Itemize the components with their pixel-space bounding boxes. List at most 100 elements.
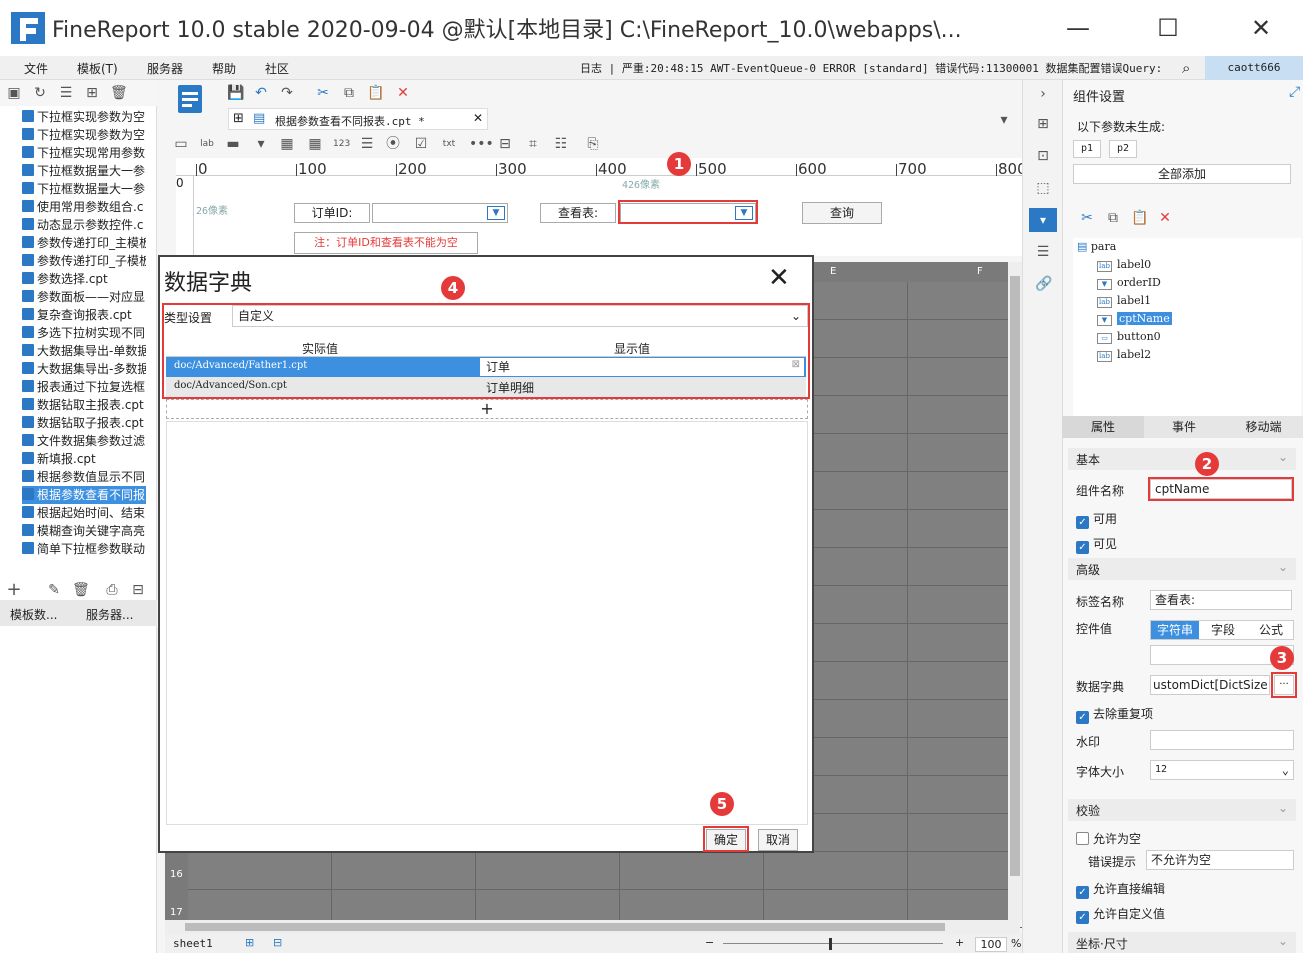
tab-mobile[interactable]: 移动端 [1224,416,1303,438]
template-item[interactable]: 根据参数查看不同报 [22,486,146,504]
cut-icon[interactable]: ✂ [315,85,331,101]
template-item[interactable]: 根据起始时间、结束 [22,504,146,522]
tag-name-input[interactable]: 查看表: [1150,590,1292,610]
tree-root[interactable]: ▤ para [1077,240,1116,253]
paste-icon[interactable]: 📋 [367,85,384,101]
tree-item[interactable]: ▼ orderID [1097,276,1161,290]
checkbox-widget-icon[interactable]: ☑ [413,136,429,152]
combo-dropdown-icon[interactable]: ▼ [487,206,505,220]
chevron-down-icon[interactable]: ⌄ [1278,801,1288,815]
locate-icon[interactable]: ⊞ [84,85,100,101]
template-item[interactable]: 模糊查询关键字高亮 [22,522,146,540]
trash-icon[interactable]: 🗑 [72,582,90,598]
template-item[interactable]: 大数据集导出-单数据 [22,342,146,360]
tab-server[interactable]: 服务器... [86,606,133,623]
template-item[interactable]: 多选下拉树实现不同 [22,324,146,342]
tree-widget-icon[interactable]: ⌗ [525,136,541,152]
template-item[interactable]: 参数选择.cpt [22,270,146,288]
template-item[interactable]: 数据钻取主报表.cpt [22,396,146,414]
section-validate[interactable]: 校验 ⌄ [1068,799,1296,821]
layout-icon[interactable]: ⊞ [1035,116,1051,132]
close-button[interactable]: ✕ [1243,10,1279,46]
value-tab-string[interactable]: 字符串 [1151,621,1199,639]
calendar-widget-icon[interactable]: ▦ [307,136,323,152]
template-item[interactable]: 使用常用参数组合.c [22,198,146,216]
search-icon[interactable]: ⌕ [1182,59,1190,77]
grid-cell[interactable] [476,852,620,890]
list-icon[interactable]: ☰ [58,85,74,101]
tree-item[interactable]: lab label2 [1097,348,1151,362]
template-item[interactable]: 下拉框实现参数为空 [22,126,146,144]
horizontal-scrollbar[interactable] [165,920,1020,934]
param-p2-button[interactable]: p2 [1109,140,1137,158]
grid-cell[interactable] [188,852,332,890]
template-item[interactable]: 动态显示参数控件.c [22,216,146,234]
more-widgets-icon[interactable]: ⎘ [585,136,601,152]
section-basic[interactable]: 基本 ⌄ [1068,448,1296,470]
tab-templates[interactable]: 模板数... [10,606,57,623]
list-widget-icon[interactable]: ☷ [553,136,569,152]
copy-icon[interactable]: ⧉ [341,85,357,101]
template-item[interactable]: 大数据集导出-多数据 [22,360,146,378]
vertical-scroll-thumb[interactable] [1010,276,1020,876]
template-item[interactable]: 下拉框数据量大一参 [22,162,146,180]
param-p1-button[interactable]: p1 [1073,140,1101,158]
template-item[interactable]: 下拉框数据量大一参 [22,180,146,198]
tab-events[interactable]: 事件 [1144,416,1224,438]
template-item[interactable]: 数据钻取子报表.cpt [22,414,146,432]
cancel-button[interactable]: 取消 [758,829,798,851]
enabled-checkbox[interactable]: ✓ 可用 [1076,510,1117,529]
user-account[interactable]: caott666 [1205,56,1303,80]
condition-icon[interactable]: ☰ [1035,244,1051,260]
tab-close-icon[interactable]: ✕ [473,111,483,125]
checkbox-checked-icon[interactable]: ✓ [1076,711,1089,724]
zoom-thumb[interactable] [829,938,832,950]
zoom-value[interactable]: 100 [975,937,1007,952]
horizontal-scroll-thumb[interactable] [185,923,945,931]
menu-help[interactable]: 帮助 [212,60,236,77]
maximize-button[interactable]: ☐ [1150,10,1186,46]
cut-icon[interactable]: ✂ [1079,210,1095,226]
delete-x-icon[interactable]: ✕ [1157,210,1173,226]
order-id-combo[interactable]: ▼ [372,203,508,223]
tree-item[interactable]: ▭ button0 [1097,330,1161,344]
chevron-down-icon[interactable]: ⌄ [1278,934,1288,948]
grid-cell[interactable] [620,852,764,890]
query-button[interactable]: 查询 [802,202,882,224]
chevron-down-icon[interactable]: ⌄ [1278,450,1288,464]
add-sheet-icon[interactable]: ⊞ [245,936,254,949]
text-widget-icon[interactable]: txt [441,136,457,152]
allow-edit-checkbox[interactable]: ✓ 允许直接编辑 [1076,880,1165,899]
checkbox-unchecked-icon[interactable] [1076,832,1089,845]
label-widget-icon[interactable]: ▭ [173,136,189,152]
tree-item[interactable]: lab label1 [1097,294,1151,308]
widget-settings-icon[interactable]: ▾ [1029,208,1057,232]
vertical-scrollbar[interactable] [1008,262,1022,920]
value-tab-formula[interactable]: 公式 [1247,621,1295,639]
menu-community[interactable]: 社区 [265,60,289,77]
grid-cell[interactable] [332,852,476,890]
add-all-button[interactable]: 全部添加 [1073,164,1291,184]
log-status[interactable]: 日志 | 严重:20:48:15 AWT-EventQueue-0 ERROR … [580,60,1160,76]
tree-item[interactable]: lab label0 [1097,258,1151,272]
template-item[interactable]: 文件数据集参数过滤 [22,432,146,450]
radio-widget-icon[interactable]: ⦿ [385,136,401,152]
edit-icon[interactable]: ✎ [46,582,62,598]
tab-properties[interactable]: 属性 [1062,416,1144,438]
checkbox-checked-icon[interactable]: ✓ [1076,516,1089,529]
section-advanced[interactable]: 高级 ⌄ [1068,558,1296,580]
collapse-icon[interactable]: › [1035,86,1051,102]
chevron-down-icon[interactable]: ⌄ [1282,761,1289,779]
menu-template[interactable]: 模板(T) [77,60,118,77]
template-item[interactable]: 复杂查询报表.cpt [22,306,146,324]
add-icon[interactable]: + [6,581,22,599]
export-icon[interactable]: ⊟ [130,582,146,598]
template-item[interactable]: 根据参数值显示不同 [22,468,146,486]
value-tab-field[interactable]: 字段 [1199,621,1247,639]
tree-item[interactable]: ▼ cptName [1097,312,1172,326]
pin-icon[interactable]: ⤢ [1289,84,1300,100]
refresh-icon[interactable]: ↻ [32,85,48,101]
template-item[interactable]: 参数传递打印_主模板 [22,234,146,252]
textarea-widget-icon[interactable]: ☰ [359,136,375,152]
template-item[interactable]: 下拉框实现常用参数 [22,144,146,162]
